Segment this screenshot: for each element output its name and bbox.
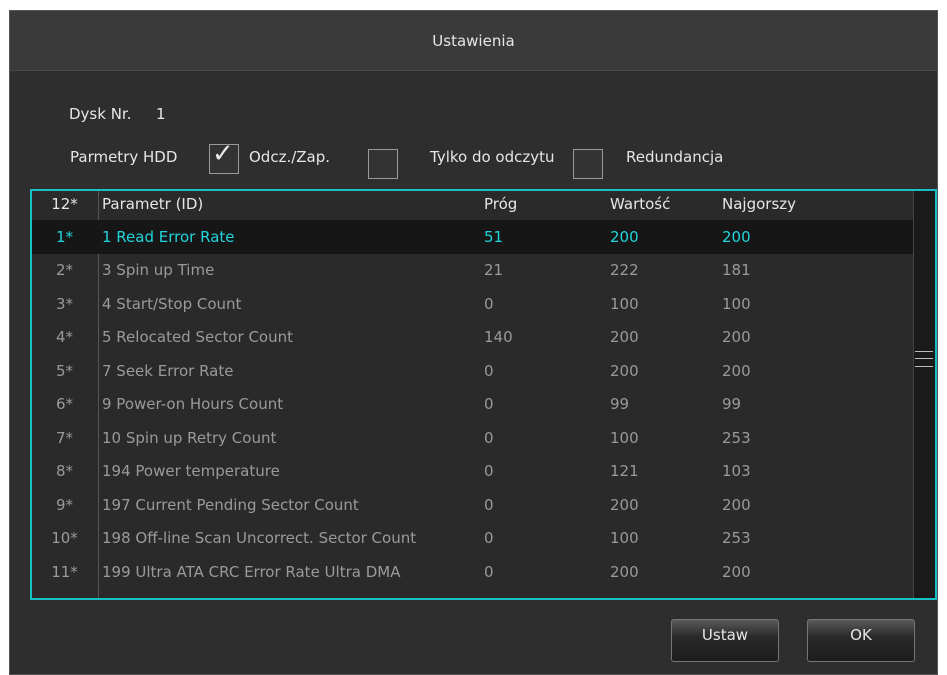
- table-row[interactable]: 5* 7 Seek Error Rate 0 200 200: [32, 354, 916, 388]
- row-name: 3 Spin up Time: [102, 261, 215, 280]
- header-name: Parametr (ID): [102, 195, 204, 213]
- set-button[interactable]: Ustaw: [671, 619, 779, 662]
- row-name: 197 Current Pending Sector Count: [102, 495, 359, 514]
- table-row[interactable]: 3* 4 Start/Stop Count 0 100 100: [32, 287, 916, 321]
- table-row[interactable]: 1* 1 Read Error Rate 51 200 200: [32, 220, 916, 254]
- row-threshold: 0: [484, 495, 494, 514]
- checkbox-read-only[interactable]: [368, 149, 398, 179]
- row-value: 100: [610, 529, 639, 548]
- row-name: 10 Spin up Retry Count: [102, 428, 277, 447]
- hdd-params-label: Parmetry HDD: [70, 148, 178, 166]
- header-num: 12*: [51, 195, 78, 213]
- row-threshold: 0: [484, 428, 494, 447]
- row-name: 7 Seek Error Rate: [102, 361, 234, 380]
- row-threshold: 140: [484, 328, 513, 347]
- row-worst: 253: [722, 428, 751, 447]
- row-num: 11*: [51, 562, 78, 581]
- row-threshold: 0: [484, 562, 494, 581]
- row-worst: 103: [722, 462, 751, 481]
- settings-dialog: Ustawienia Dysk Nr. 1 Parmetry HDD ✓ Odc…: [9, 10, 938, 675]
- row-num: 2*: [55, 261, 74, 280]
- row-worst: 200: [722, 562, 751, 581]
- row-value: 222: [610, 261, 639, 280]
- row-worst: 99: [722, 395, 742, 414]
- row-value: 200: [610, 227, 639, 246]
- row-name: 4 Start/Stop Count: [102, 294, 242, 313]
- table-row[interactable]: 6* 9 Power-on Hours Count 0 99 99: [32, 388, 916, 422]
- row-num: 4*: [55, 328, 74, 347]
- table-row[interactable]: 7* 10 Spin up Retry Count 0 100 253: [32, 421, 916, 455]
- row-worst: 200: [722, 361, 751, 380]
- checkbox-read-write[interactable]: ✓: [209, 139, 239, 174]
- option-read-write-label: Odcz./Zap.: [249, 148, 331, 166]
- row-name: 194 Power temperature: [102, 462, 280, 481]
- row-num: 6*: [55, 395, 74, 414]
- row-value: 200: [610, 328, 639, 347]
- table-row[interactable]: 4* 5 Relocated Sector Count 140 200 200: [32, 321, 916, 355]
- disk-label: Dysk Nr.: [69, 105, 132, 123]
- row-num: 1*: [55, 227, 74, 246]
- row-worst: 100: [722, 294, 751, 313]
- table-row[interactable]: 11* 199 Ultra ATA CRC Error Rate Ultra D…: [32, 555, 916, 589]
- row-name: 1 Read Error Rate: [102, 227, 235, 246]
- row-name: 199 Ultra ATA CRC Error Rate Ultra DMA: [102, 562, 401, 581]
- row-threshold: 21: [484, 261, 504, 280]
- row-value: 200: [610, 562, 639, 581]
- row-num: 10*: [51, 529, 78, 548]
- row-num: 5*: [55, 361, 74, 380]
- row-value: 99: [610, 395, 630, 414]
- row-threshold: 0: [484, 462, 494, 481]
- row-worst: 200: [722, 227, 751, 246]
- row-worst: 200: [722, 328, 751, 347]
- smart-table: 12* Parametr (ID) Próg Wartość Najgorszy…: [30, 189, 937, 600]
- ok-button[interactable]: OK: [807, 619, 915, 662]
- disk-number: 1: [156, 105, 166, 123]
- table-row[interactable]: 9* 197 Current Pending Sector Count 0 20…: [32, 488, 916, 522]
- table-row[interactable]: 8* 194 Power temperature 0 121 103: [32, 455, 916, 489]
- row-threshold: 0: [484, 294, 494, 313]
- row-value: 121: [610, 462, 639, 481]
- table-scrollbar[interactable]: [913, 191, 935, 598]
- header-value: Wartość: [610, 195, 671, 213]
- row-num: 8*: [55, 462, 74, 481]
- row-threshold: 0: [484, 529, 494, 548]
- table-row[interactable]: 2* 3 Spin up Time 21 222 181: [32, 254, 916, 288]
- table-header: 12* Parametr (ID) Próg Wartość Najgorszy: [32, 191, 916, 217]
- row-name: 5 Relocated Sector Count: [102, 328, 294, 347]
- row-worst: 200: [722, 495, 751, 514]
- row-name: 198 Off-line Scan Uncorrect. Sector Coun…: [102, 529, 417, 548]
- dialog-title: Ustawienia: [10, 11, 937, 71]
- option-read-only-label: Tylko do odczytu: [430, 148, 555, 166]
- row-name: 9 Power-on Hours Count: [102, 395, 284, 414]
- row-worst: 181: [722, 261, 751, 280]
- row-worst: 253: [722, 529, 751, 548]
- option-redundancy-label: Redundancja: [626, 148, 724, 166]
- row-value: 100: [610, 294, 639, 313]
- row-threshold: 0: [484, 395, 494, 414]
- checkmark-icon: ✓: [212, 139, 234, 169]
- scrollbar-thumb[interactable]: [915, 351, 933, 367]
- row-value: 100: [610, 428, 639, 447]
- table-row[interactable]: 10* 198 Off-line Scan Uncorrect. Sector …: [32, 522, 916, 556]
- row-threshold: 51: [484, 227, 504, 246]
- row-num: 3*: [55, 294, 74, 313]
- row-value: 200: [610, 361, 639, 380]
- row-value: 200: [610, 495, 639, 514]
- row-num: 7*: [55, 428, 74, 447]
- header-worst: Najgorszy: [722, 195, 797, 213]
- row-threshold: 0: [484, 361, 494, 380]
- header-threshold: Próg: [484, 195, 518, 213]
- row-num: 9*: [55, 495, 74, 514]
- checkbox-redundancy[interactable]: [573, 149, 603, 179]
